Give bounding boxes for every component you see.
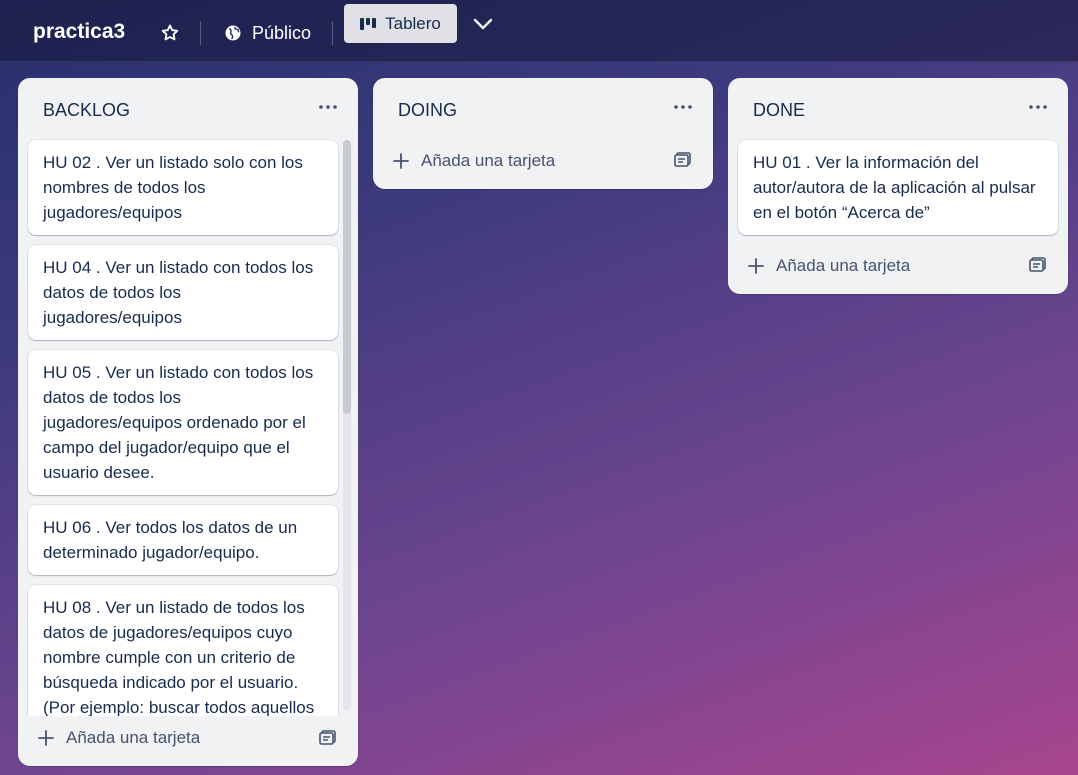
card-title: HU 08 . Ver un listado de todos los dato…: [43, 598, 315, 716]
add-card-button[interactable]: Añada una tarjeta: [38, 722, 200, 754]
create-from-template-button[interactable]: [672, 148, 694, 170]
board-view-label: Tablero: [385, 13, 441, 33]
plus-icon: [748, 258, 764, 274]
chevron-down-icon: [473, 18, 493, 30]
header-divider: [332, 21, 333, 45]
list-title[interactable]: DONE: [753, 100, 805, 121]
ellipsis-icon: [1029, 105, 1047, 109]
card[interactable]: HU 04 . Ver un listado con todos los dat…: [28, 245, 338, 340]
create-from-template-button[interactable]: [1027, 253, 1049, 275]
plus-icon: [38, 730, 54, 746]
list-menu-button[interactable]: [669, 96, 697, 118]
list-doing: DOING Añada una tarjeta: [373, 78, 713, 189]
card[interactable]: HU 08 . Ver un listado de todos los dato…: [28, 585, 338, 716]
header-divider: [200, 21, 201, 45]
board-view-button[interactable]: Tablero: [344, 4, 457, 43]
add-card-label: Añada una tarjeta: [776, 256, 911, 275]
board-name[interactable]: practica3: [33, 20, 125, 44]
card-list-backlog: HU 02 . Ver un listado solo con los nomb…: [27, 138, 340, 716]
view-switcher-button[interactable]: [468, 8, 498, 40]
board-header: practica3 Público Tablero: [0, 0, 1078, 62]
card-template-icon: [1029, 257, 1046, 272]
add-card-button[interactable]: Añada una tarjeta: [393, 145, 555, 177]
globe-icon: [225, 25, 241, 41]
scrollbar-thumb[interactable]: [343, 140, 351, 414]
list-title[interactable]: DOING: [398, 100, 457, 121]
list-menu-button[interactable]: [1024, 96, 1052, 118]
visibility-button[interactable]: Público: [218, 18, 317, 48]
board-icon: [360, 17, 377, 30]
card-title: HU 04 . Ver un listado con todos los dat…: [43, 258, 314, 327]
ellipsis-icon: [674, 105, 692, 109]
create-from-template-button[interactable]: [317, 726, 339, 748]
card-title: HU 02 . Ver un listado solo con los nomb…: [43, 153, 303, 222]
star-icon: [161, 24, 179, 41]
card-title: HU 05 . Ver un listado con todos los dat…: [43, 363, 314, 482]
card[interactable]: HU 02 . Ver un listado solo con los nomb…: [28, 140, 338, 235]
list-done: DONE HU 01 . Ver la información del auto…: [728, 78, 1068, 294]
card-template-icon: [674, 152, 691, 167]
list-title[interactable]: BACKLOG: [43, 100, 130, 121]
add-card-label: Añada una tarjeta: [421, 151, 556, 170]
list-scrollbar[interactable]: [343, 140, 351, 710]
star-button[interactable]: [156, 18, 184, 48]
add-card-button[interactable]: Añada una tarjeta: [748, 250, 910, 282]
card[interactable]: HU 05 . Ver un listado con todos los dat…: [28, 350, 338, 495]
card-title: HU 06 . Ver todos los datos de un determ…: [43, 518, 298, 562]
card[interactable]: HU 01 . Ver la información del autor/aut…: [738, 140, 1058, 235]
visibility-label: Público: [252, 22, 312, 43]
add-card-label: Añada una tarjeta: [66, 728, 201, 747]
ellipsis-icon: [319, 105, 337, 109]
card[interactable]: HU 06 . Ver todos los datos de un determ…: [28, 505, 338, 575]
list-menu-button[interactable]: [314, 96, 342, 118]
card-template-icon: [319, 730, 336, 745]
plus-icon: [393, 153, 409, 169]
card-title: HU 01 . Ver la información del autor/aut…: [753, 153, 1036, 222]
